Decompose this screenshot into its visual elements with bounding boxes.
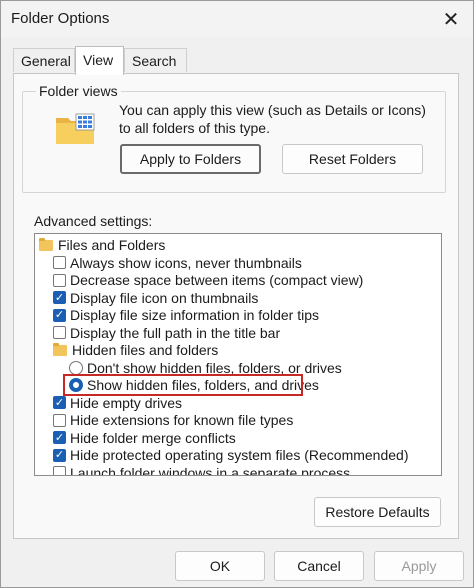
advanced-setting-row[interactable]: Hide extensions for known file types bbox=[53, 411, 293, 429]
advanced-setting-label: Hide empty drives bbox=[70, 394, 183, 411]
advanced-setting-row[interactable]: ✓ Display file icon on thumbnails bbox=[53, 289, 258, 307]
checkbox[interactable] bbox=[53, 256, 66, 269]
advanced-setting-row[interactable]: Always show icons, never thumbnails bbox=[53, 254, 302, 272]
advanced-settings-label: Advanced settings: bbox=[34, 213, 153, 229]
tab-view[interactable]: View bbox=[75, 46, 124, 75]
folder-options-window: Folder Options ✕ General View Search Fol… bbox=[0, 0, 474, 588]
advanced-setting-label: Hidden files and folders bbox=[72, 342, 219, 358]
checkbox[interactable] bbox=[53, 466, 66, 475]
close-button[interactable]: ✕ bbox=[429, 1, 473, 37]
advanced-setting-label: Always show icons, never thumbnails bbox=[70, 254, 302, 271]
advanced-setting-row[interactable]: ✓ Hide empty drives bbox=[53, 394, 182, 412]
advanced-setting-label: Launch folder windows in a separate proc… bbox=[70, 464, 351, 476]
advanced-setting-label: Hide protected operating system files (R… bbox=[70, 447, 409, 463]
advanced-setting-row[interactable]: ✓ Display file size information in folder… bbox=[53, 306, 319, 324]
checkbox[interactable] bbox=[53, 413, 66, 427]
advanced-setting-label: Files and Folders bbox=[58, 237, 166, 253]
checkbox-checked[interactable]: ✓ bbox=[53, 291, 66, 304]
tab-search[interactable]: Search bbox=[124, 48, 187, 72]
advanced-setting-row: Hidden files and folders bbox=[53, 341, 218, 359]
folder-views-label: Folder views bbox=[36, 83, 121, 99]
highlight-box bbox=[63, 374, 303, 396]
advanced-setting-row[interactable]: ✓ Hide protected operating system files (… bbox=[53, 446, 409, 464]
checkbox-checked[interactable]: ✓ bbox=[53, 431, 66, 444]
title-bar[interactable]: Folder Options ✕ bbox=[1, 1, 473, 37]
advanced-setting-label: Hide extensions for known file types bbox=[70, 412, 294, 428]
folder-icon bbox=[53, 342, 67, 356]
checkbox-checked[interactable]: ✓ bbox=[53, 396, 66, 409]
advanced-setting-label: Display the full path in the title bar bbox=[70, 324, 281, 341]
reset-folders-button[interactable]: Reset Folders bbox=[282, 144, 423, 174]
cancel-button[interactable]: Cancel bbox=[274, 551, 364, 581]
advanced-setting-label: Hide folder merge conflicts bbox=[70, 429, 236, 446]
checkbox-checked[interactable]: ✓ bbox=[53, 448, 66, 462]
advanced-setting-row[interactable]: Launch folder windows in a separate proc… bbox=[53, 464, 351, 476]
checkbox-checked[interactable]: ✓ bbox=[53, 308, 66, 322]
checkbox[interactable] bbox=[53, 326, 66, 339]
radio-button[interactable] bbox=[69, 360, 83, 375]
advanced-setting-label: Display file icon on thumbnails bbox=[70, 289, 259, 306]
apply-button[interactable]: Apply bbox=[374, 551, 464, 581]
ok-button[interactable]: OK bbox=[175, 551, 265, 581]
advanced-setting-row[interactable]: ✓ Hide folder merge conflicts bbox=[53, 429, 236, 447]
advanced-setting-row[interactable]: Display the full path in the title bar bbox=[53, 324, 280, 342]
folder-view-icon bbox=[56, 113, 95, 144]
advanced-setting-row[interactable]: Decrease space between items (compact vi… bbox=[53, 271, 363, 289]
restore-defaults-button[interactable]: Restore Defaults bbox=[314, 497, 441, 527]
folder-views-description: You can apply this view (such as Details… bbox=[119, 102, 426, 136]
window-title: Folder Options bbox=[11, 10, 110, 27]
tab-general[interactable]: General bbox=[13, 48, 75, 72]
advanced-settings-list[interactable]: ▲ ▼ Files and FoldersAlways show icons, … bbox=[34, 233, 442, 476]
advanced-setting-row: Files and Folders bbox=[39, 236, 165, 254]
advanced-setting-label: Decrease space between items (compact vi… bbox=[70, 272, 364, 288]
folder-icon bbox=[39, 237, 53, 251]
apply-to-folders-button[interactable]: Apply to Folders bbox=[120, 144, 261, 174]
checkbox[interactable] bbox=[53, 273, 66, 287]
advanced-setting-label: Display file size information in folder … bbox=[70, 307, 319, 323]
